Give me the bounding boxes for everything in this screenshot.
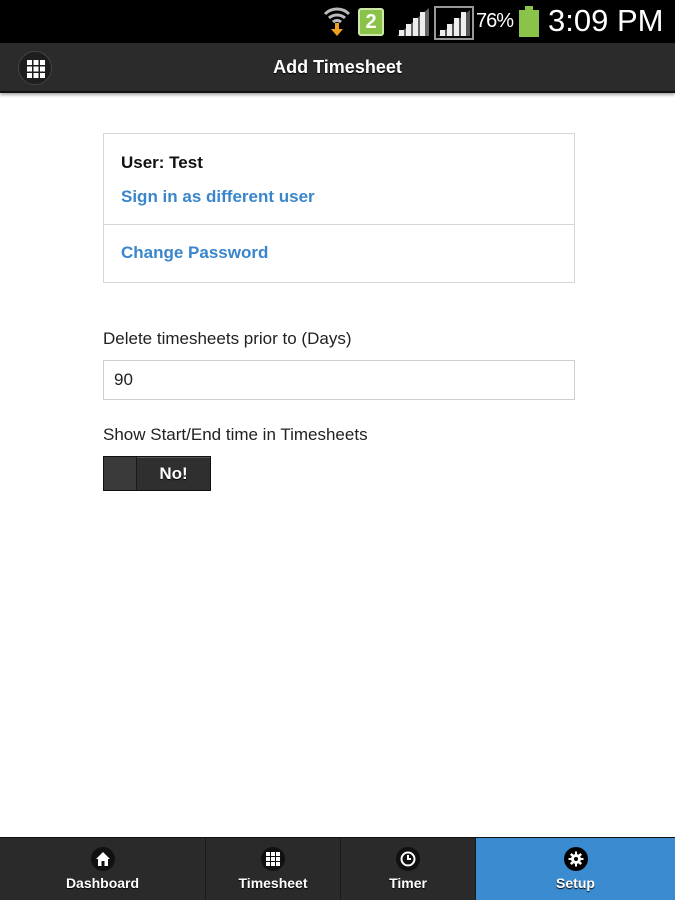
signal-icon [434, 6, 474, 40]
status-bar: 2 76% 3:09 PM [0, 0, 675, 43]
sign-in-different-user-link[interactable]: Sign in as different user [121, 187, 315, 207]
clock-time: 3:09 PM [548, 3, 664, 38]
user-label: User: Test [121, 153, 203, 172]
battery-percent: 76% [476, 10, 514, 32]
notification-badge: 2 [358, 8, 384, 36]
nav-item-timer[interactable]: Timer [340, 838, 475, 900]
page-title: Add Timesheet [273, 57, 402, 77]
delete-days-label: Delete timesheets prior to (Days) [103, 329, 352, 348]
account-card-user-section: User: Test Sign in as different user [104, 134, 574, 225]
account-card: User: Test Sign in as different user Cha… [103, 133, 575, 283]
nav-label: Setup [556, 875, 595, 891]
show-time-toggle[interactable]: No! [103, 456, 211, 491]
nav-item-timesheet[interactable]: Timesheet [205, 838, 340, 900]
nav-label: Timer [389, 875, 427, 891]
nav-item-dashboard[interactable]: Dashboard [0, 838, 205, 900]
nav-label: Timesheet [238, 875, 308, 891]
grid-icon [261, 847, 285, 871]
toggle-state-label: No! [159, 464, 188, 483]
gear-icon [563, 847, 588, 871]
nav-label: Dashboard [65, 875, 140, 891]
delete-days-input[interactable] [103, 360, 575, 400]
nav-item-setup[interactable]: Setup [475, 838, 675, 900]
app-header: Add Timesheet [0, 43, 675, 93]
toggle-knob[interactable] [104, 457, 137, 490]
bottom-navbar: Dashboard Timesheet Timer Setup [0, 837, 675, 900]
clock-icon [396, 847, 420, 871]
wifi-icon [323, 7, 351, 36]
change-password-link[interactable]: Change Password [121, 243, 268, 263]
show-time-label: Show Start/End time in Timesheets [103, 425, 368, 444]
home-icon [90, 847, 115, 871]
battery-icon [519, 6, 539, 37]
signal-icon [397, 8, 429, 36]
